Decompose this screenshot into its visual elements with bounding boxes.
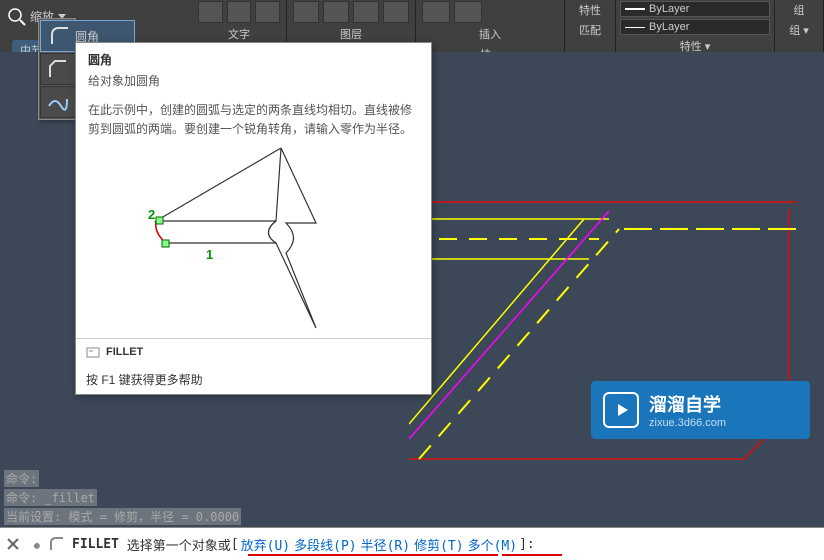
red-highlight-1 xyxy=(248,554,498,556)
fillet-icon xyxy=(49,25,71,47)
command-bar[interactable]: FILLET 选择第一个对象或 [ 放弃(U) 多段线(P) 半径(R) 修剪(… xyxy=(0,527,824,560)
diagram-marker-1: 1 xyxy=(206,247,213,262)
tooltip-command: FILLET xyxy=(106,346,143,358)
match-label: 匹配 xyxy=(569,20,611,40)
history-line-1: 命令: xyxy=(4,470,39,487)
group-panel-label[interactable]: 组 ▾ xyxy=(779,20,819,40)
opt-multi[interactable]: 多个(M) xyxy=(468,535,517,554)
ribbon-block-section: 插入 块 ▾ xyxy=(416,0,565,52)
zoom-icon xyxy=(6,6,28,26)
tooltip-popup: 圆角 给对象加圆角 在此示例中，创建的圆弧与选定的两条直线均相切。直线被修剪到圆… xyxy=(75,42,432,395)
layer-button-2[interactable] xyxy=(323,1,349,23)
tooltip-diagram: 2 1 xyxy=(76,143,431,338)
diagram-marker-2: 2 xyxy=(148,207,155,222)
red-highlight-2 xyxy=(502,554,562,556)
text-tool-button-2[interactable] xyxy=(227,1,252,23)
tooltip-body: 在此示例中，创建的圆弧与选定的两条直线均相切。直线被修剪到圆弧的两端。要创建一个… xyxy=(76,97,431,143)
layer-section-label: 图层 xyxy=(291,24,411,44)
text-tool-button-3[interactable] xyxy=(255,1,280,23)
command-icon xyxy=(86,345,100,359)
blend-tool[interactable] xyxy=(40,86,76,118)
tooltip-footer: FILLET xyxy=(76,338,431,365)
linetype-dropdown[interactable]: ByLayer xyxy=(620,1,770,17)
tooltip-help: 按 F1 键获得更多帮助 xyxy=(76,365,431,394)
close-icon[interactable] xyxy=(4,535,22,553)
block-button[interactable] xyxy=(422,1,450,23)
text-section-label: 文字 xyxy=(196,24,282,44)
command-history: 命令: 命令: _fillet 当前设置: 模式 = 修剪，半径 = 0.000… xyxy=(0,467,824,528)
lineweight-dropdown[interactable]: ByLayer xyxy=(620,19,770,35)
wrench-icon[interactable] xyxy=(26,535,44,553)
layer-button[interactable] xyxy=(293,1,319,23)
fillet-flyout: 圆角 xyxy=(38,18,76,120)
history-line-2: 命令: _fillet xyxy=(4,489,97,506)
watermark-title: 溜溜自学 xyxy=(649,391,726,417)
props-label: 特性 xyxy=(569,0,611,20)
text-tool-button[interactable] xyxy=(198,1,223,23)
ribbon-props-section: 特性 匹配 xyxy=(565,0,616,52)
layer-button-4[interactable] xyxy=(383,1,409,23)
ribbon-bylayer-section: ByLayer ByLayer 特性 ▾ xyxy=(616,0,775,52)
command-input[interactable]: FILLET 选择第一个对象或 [ 放弃(U) 多段线(P) 半径(R) 修剪(… xyxy=(72,535,535,554)
ribbon-group-section: 组 组 ▾ xyxy=(775,0,824,52)
fillet-cmd-icon xyxy=(48,535,66,553)
play-icon xyxy=(603,392,639,428)
tooltip-subtitle: 给对象加圆角 xyxy=(76,72,431,97)
block-button-2[interactable] xyxy=(454,1,482,23)
opt-radius[interactable]: 半径(R) xyxy=(361,535,410,554)
opt-undo[interactable]: 放弃(U) xyxy=(241,535,290,554)
layer-button-3[interactable] xyxy=(353,1,379,23)
history-line-3: 当前设置: 模式 = 修剪，半径 = 0.0000 xyxy=(4,508,241,525)
group-label: 组 xyxy=(779,0,819,20)
tooltip-title: 圆角 xyxy=(76,43,431,72)
opt-trim[interactable]: 修剪(T) xyxy=(414,535,463,554)
watermark: 溜溜自学 zixue.3d66.com xyxy=(591,381,810,439)
watermark-url: zixue.3d66.com xyxy=(649,417,726,429)
blend-icon xyxy=(47,91,69,113)
opt-pline[interactable]: 多段线(P) xyxy=(294,535,356,554)
insert-label: 插入 xyxy=(479,29,501,41)
chamfer-icon xyxy=(47,58,69,80)
chamfer-tool[interactable] xyxy=(40,53,76,85)
